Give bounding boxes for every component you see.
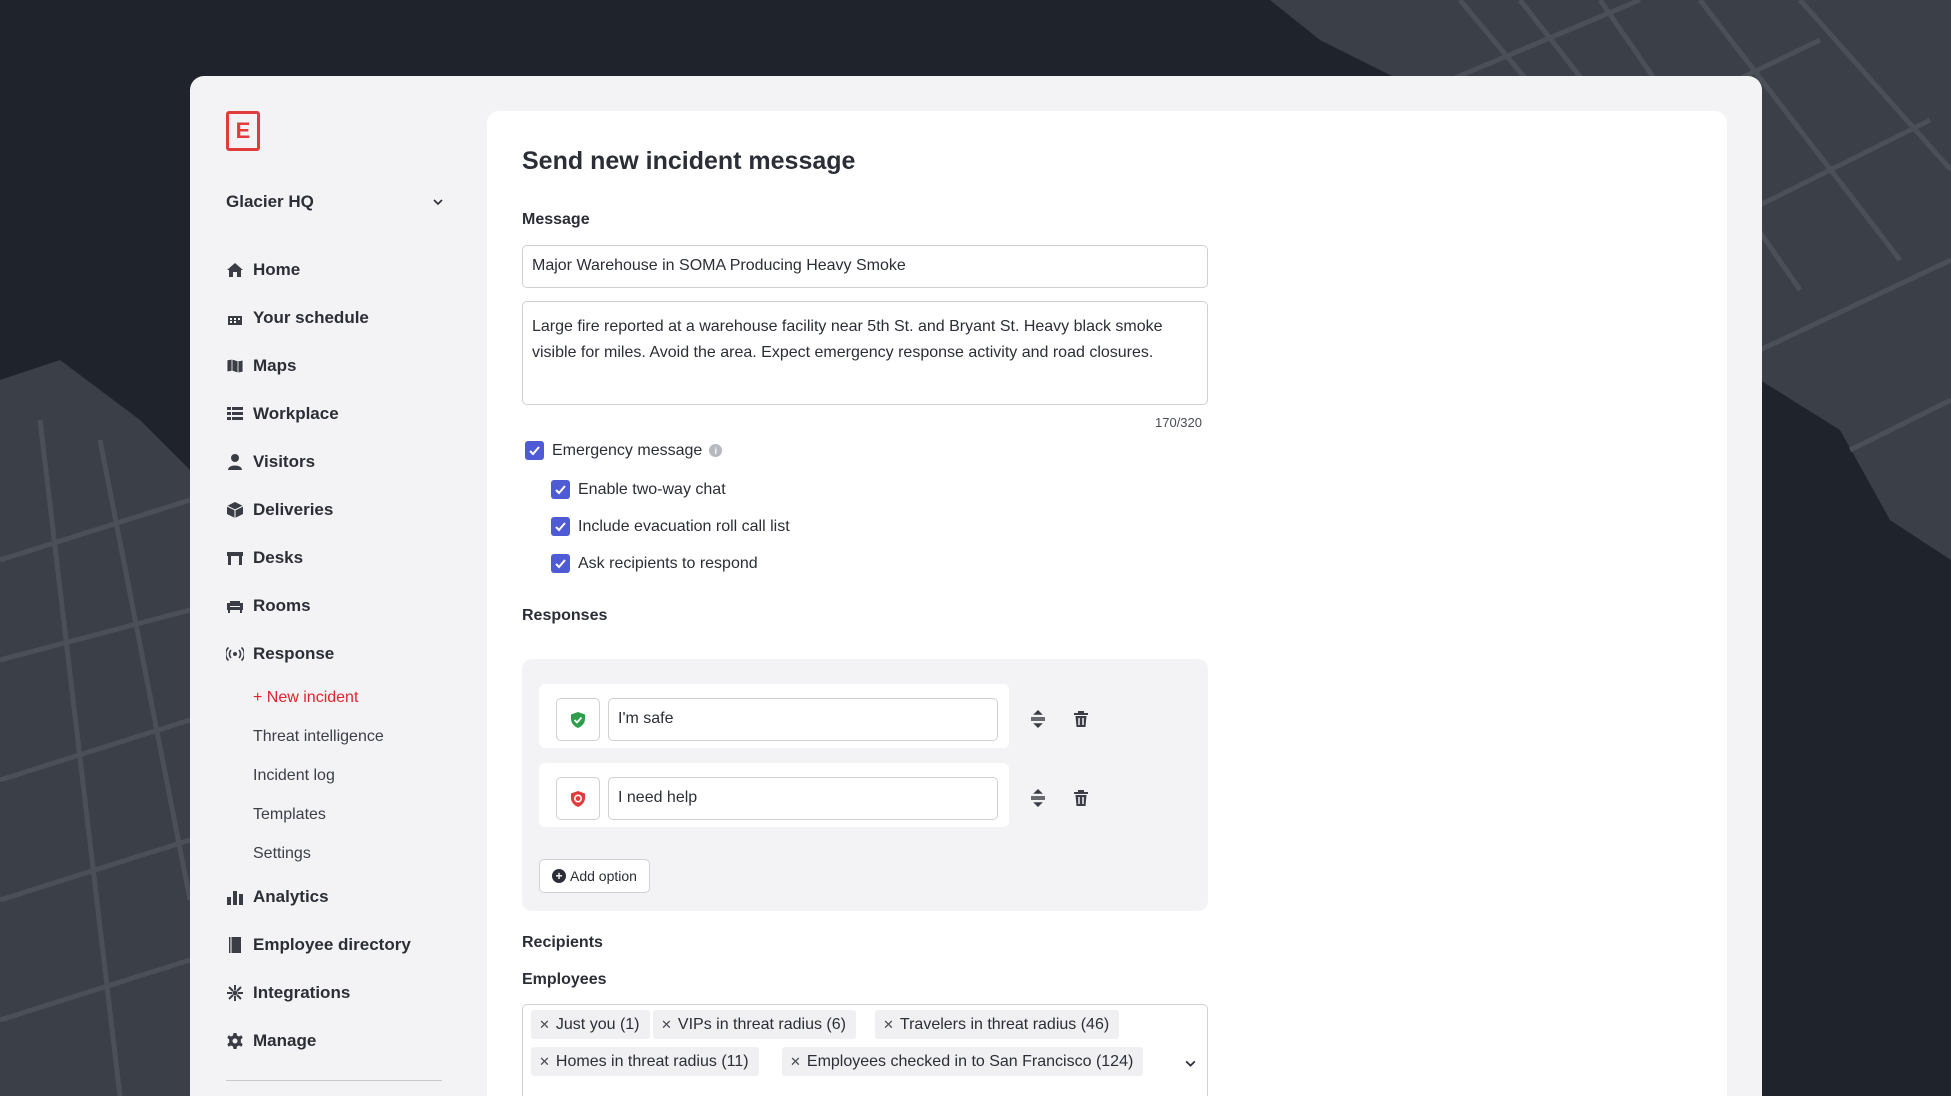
response-icon-picker[interactable] (556, 698, 600, 741)
sidebar-item-workplace[interactable]: Workplace (226, 390, 466, 438)
org-switcher[interactable]: Glacier HQ (226, 192, 444, 212)
checkbox-checked[interactable] (551, 517, 570, 536)
sidebar-item-employee-directory[interactable]: Employee directory (226, 921, 466, 969)
emergency-message-checkbox[interactable]: Emergency message i (525, 441, 723, 460)
message-subject-input[interactable]: Major Warehouse in SOMA Producing Heavy … (522, 245, 1208, 288)
response-option-row: I need help (539, 763, 1009, 827)
two-way-chat-checkbox[interactable]: Enable two-way chat (551, 480, 726, 499)
character-counter: 170/320 (1155, 415, 1202, 430)
option-label: Include evacuation roll call list (578, 517, 790, 535)
sidebar-subitem-settings[interactable]: Settings (226, 834, 466, 873)
responses-editor: I'm safe I need help + Add option (522, 659, 1208, 911)
sidebar-divider (226, 1080, 442, 1081)
checkbox-checked[interactable] (525, 441, 544, 460)
integrations-icon (227, 985, 243, 1001)
sidebar-item-integrations[interactable]: Integrations (226, 969, 466, 1017)
person-icon (228, 454, 242, 470)
message-body-textarea[interactable]: Large fire reported at a warehouse facil… (522, 301, 1208, 405)
add-option-button[interactable]: + Add option (539, 859, 650, 893)
sidebar-item-maps[interactable]: Maps (226, 342, 466, 390)
sidebar-item-visitors[interactable]: Visitors (226, 438, 466, 486)
remove-tag-icon[interactable]: ✕ (661, 1017, 672, 1033)
option-label: Ask recipients to respond (578, 554, 758, 572)
response-icon-picker[interactable] (556, 777, 600, 820)
sidebar-item-response[interactable]: Response (226, 630, 466, 678)
recipients-label: Recipients (522, 934, 603, 951)
option-label: Enable two-way chat (578, 480, 726, 498)
employees-multiselect[interactable]: ✕ Just you (1) ✕ VIPs in threat radius (… (522, 1004, 1208, 1096)
checkbox-checked[interactable] (551, 480, 570, 499)
responses-label: Responses (522, 607, 608, 624)
calendar-icon (228, 311, 242, 325)
response-option-input[interactable]: I need help (608, 777, 998, 820)
reorder-icon[interactable] (1028, 709, 1048, 729)
employees-label: Employees (522, 971, 607, 988)
trash-icon[interactable] (1071, 709, 1091, 729)
check-icon (555, 559, 566, 569)
recipient-tag: ✕ Homes in threat radius (11) (531, 1047, 759, 1076)
check-icon (555, 485, 566, 495)
page-title: Send new incident message (522, 147, 856, 175)
check-icon (529, 446, 540, 456)
home-icon (227, 263, 243, 277)
broadcast-icon (226, 646, 244, 662)
plus-circle-icon: + (552, 869, 566, 883)
reorder-icon[interactable] (1028, 788, 1048, 808)
logo[interactable]: E (226, 111, 260, 151)
book-icon (229, 937, 241, 953)
map-icon (226, 358, 244, 374)
desk-icon (227, 552, 243, 565)
recipient-tag: ✕ VIPs in threat radius (6) (653, 1010, 856, 1039)
sidebar-subitem-threat-intelligence[interactable]: Threat intelligence (226, 717, 466, 756)
chevron-down-icon (433, 199, 443, 206)
app-window: E Glacier HQ Home Your schedule Maps Wor… (190, 76, 1762, 1096)
message-label: Message (522, 211, 590, 228)
info-icon[interactable]: i (709, 444, 723, 457)
response-option-row: I'm safe (539, 684, 1009, 748)
trash-icon[interactable] (1071, 788, 1091, 808)
shield-alert-icon (571, 790, 585, 807)
sidebar-subitem-incident-log[interactable]: Incident log (226, 756, 466, 795)
ask-respond-checkbox[interactable]: Ask recipients to respond (551, 554, 758, 573)
remove-tag-icon[interactable]: ✕ (539, 1017, 550, 1033)
couch-icon (227, 601, 243, 613)
emergency-message-label: Emergency message (552, 441, 703, 459)
package-icon (226, 502, 244, 518)
recipient-tag: ✕ Just you (1) (531, 1010, 650, 1039)
sidebar-subitem-templates[interactable]: Templates (226, 795, 466, 834)
sidebar-subitem-new-incident[interactable]: + New incident (226, 678, 466, 717)
sidebar-item-rooms[interactable]: Rooms (226, 582, 466, 630)
sidebar-item-deliveries[interactable]: Deliveries (226, 486, 466, 534)
remove-tag-icon[interactable]: ✕ (883, 1017, 894, 1033)
checkbox-checked[interactable] (551, 554, 570, 573)
sidebar-item-manage[interactable]: Manage (226, 1017, 466, 1065)
roll-call-checkbox[interactable]: Include evacuation roll call list (551, 517, 790, 536)
chevron-down-icon[interactable] (1184, 1057, 1197, 1070)
check-icon (555, 522, 566, 532)
sidebar-item-desks[interactable]: Desks (226, 534, 466, 582)
list-icon (227, 407, 243, 420)
remove-tag-icon[interactable]: ✕ (539, 1054, 550, 1070)
incident-form-panel: Send new incident message Message Major … (487, 111, 1727, 1096)
shield-check-icon (571, 711, 585, 728)
sidebar-item-schedule[interactable]: Your schedule (226, 294, 466, 342)
main-nav: Home Your schedule Maps Workplace Visito… (226, 246, 466, 1065)
recipient-tag: ✕ Travelers in threat radius (46) (875, 1010, 1120, 1039)
sidebar: E Glacier HQ Home Your schedule Maps Wor… (190, 76, 490, 1096)
sidebar-item-home[interactable]: Home (226, 246, 466, 294)
response-option-input[interactable]: I'm safe (608, 698, 998, 741)
recipient-tag: ✕ Employees checked in to San Francisco … (782, 1047, 1144, 1076)
sidebar-item-analytics[interactable]: Analytics (226, 873, 466, 921)
org-name: Glacier HQ (226, 192, 314, 211)
bar-chart-icon (227, 891, 243, 905)
gear-icon (227, 1033, 243, 1049)
remove-tag-icon[interactable]: ✕ (790, 1054, 801, 1070)
